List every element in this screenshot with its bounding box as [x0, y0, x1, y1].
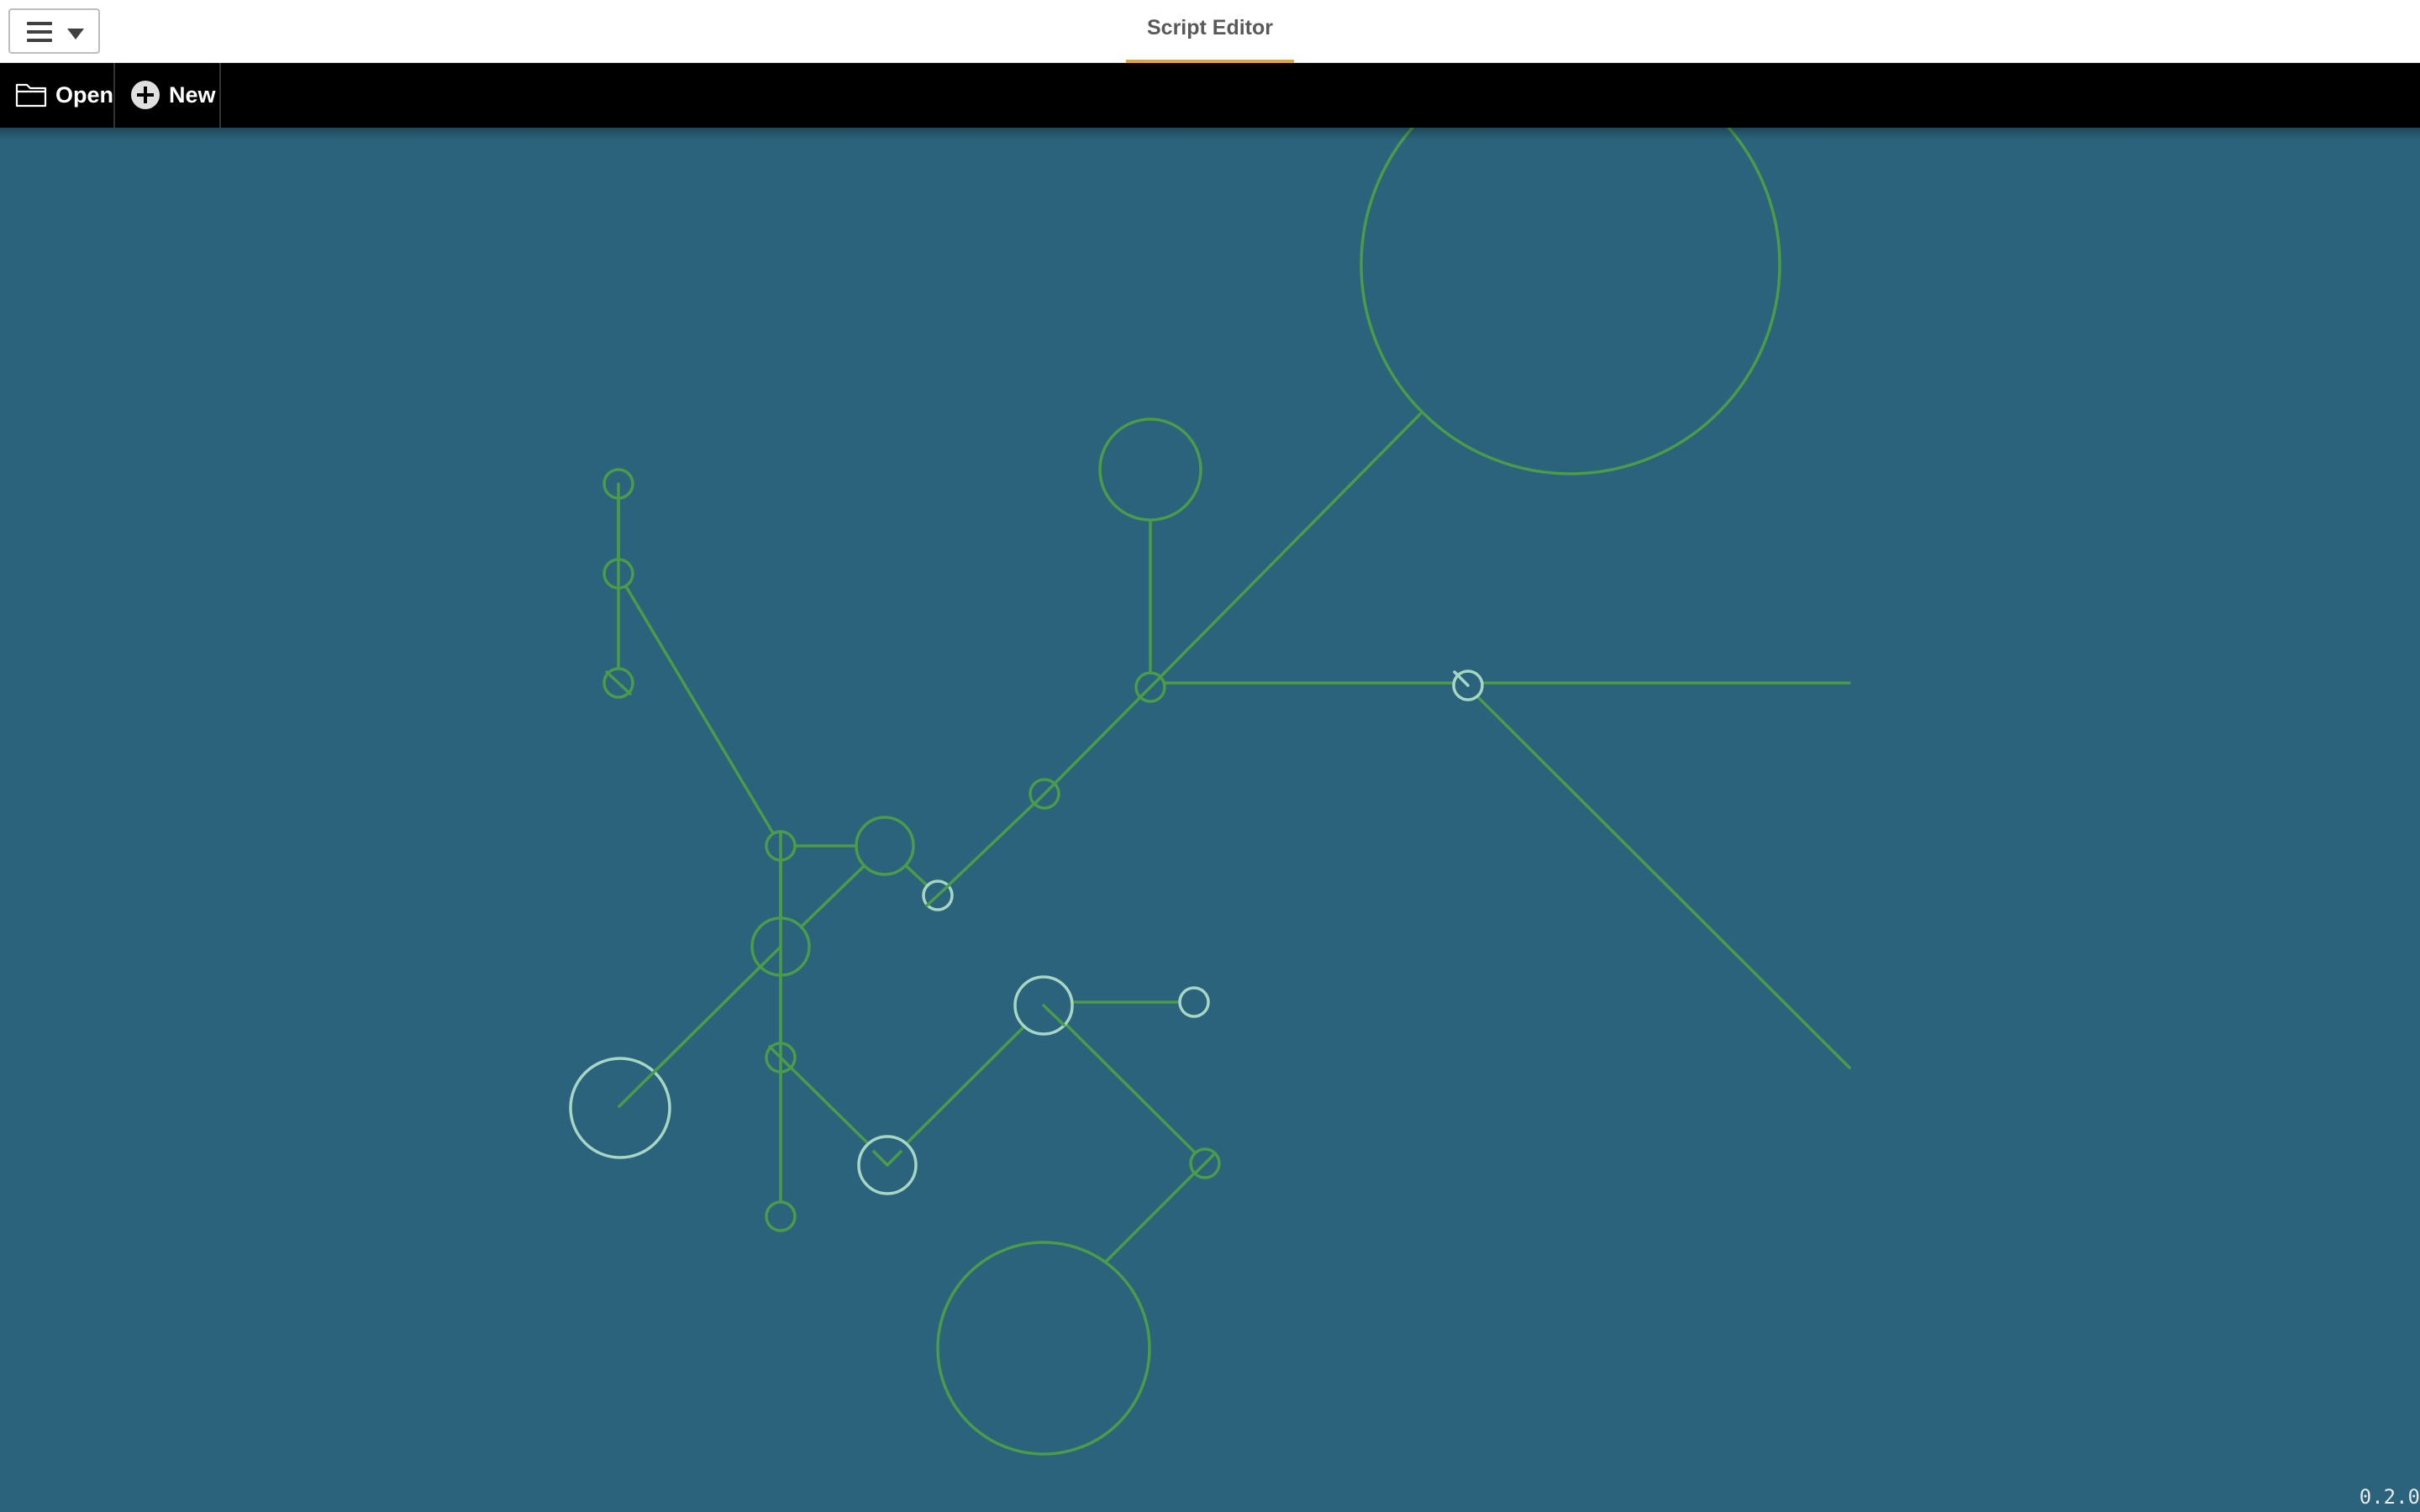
tab-script-editor[interactable]: Script Editor: [1126, 0, 1294, 63]
chevron-down-icon: [67, 29, 84, 39]
folder-icon: [15, 83, 47, 108]
graph-edge: [1466, 685, 1851, 1069]
graph-edge: [886, 1005, 1045, 1164]
graph-edge: [936, 792, 1046, 897]
open-button[interactable]: Open: [0, 63, 115, 128]
graph-node-large[interactable]: [1360, 128, 1781, 475]
workflow-graph: [569, 128, 1851, 1456]
graph-node[interactable]: [569, 1057, 671, 1159]
version-label: 0.2.0: [2359, 1485, 2420, 1509]
add-circle-icon: [131, 81, 160, 109]
tab-label: Script Editor: [1146, 16, 1273, 39]
open-label: Open: [55, 82, 114, 108]
graph-node-large[interactable]: [936, 1241, 1151, 1456]
main-menu-button[interactable]: [8, 8, 100, 54]
toolbar-shadow: [0, 128, 2420, 139]
graph-edge: [1043, 685, 1152, 795]
toolbar: Open New: [0, 63, 2420, 128]
header-bar: Script Editor: [0, 0, 2420, 63]
graph-node[interactable]: [1178, 986, 1210, 1018]
graph-nodes: [569, 128, 1781, 1456]
graph-edge: [618, 945, 782, 1108]
graph-edge: [617, 572, 782, 848]
graph-edges: [617, 412, 1851, 1263]
new-button[interactable]: New: [117, 63, 221, 128]
hamburger-icon: [27, 22, 52, 42]
graph-node[interactable]: [855, 816, 915, 876]
graph-edge: [1104, 1161, 1207, 1263]
workflow-canvas[interactable]: [0, 128, 2420, 1512]
graph-edge-overlays: [605, 482, 1470, 1175]
graph-edge: [1042, 1000, 1207, 1164]
graph-node[interactable]: [765, 1200, 797, 1232]
new-label: New: [169, 82, 216, 108]
graph-node[interactable]: [1098, 417, 1202, 522]
